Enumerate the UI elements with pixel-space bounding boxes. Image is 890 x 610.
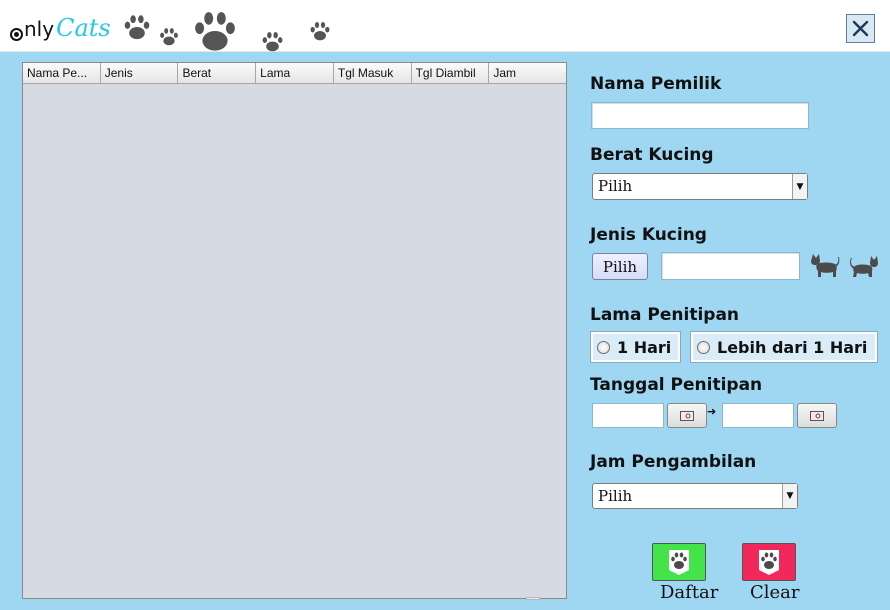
label-jam-pengambilan: Jam Pengambilan	[590, 452, 757, 472]
column-header-jenis[interactable]: Jenis	[101, 63, 179, 84]
radio-indicator	[697, 340, 710, 354]
berat-kucing-selected: Pilih	[598, 177, 633, 195]
radio-lebih-1-hari[interactable]: Lebih dari 1 Hari	[690, 331, 878, 363]
app-logo: nly Cats	[10, 14, 111, 42]
tanggal-ambil-input[interactable]	[722, 403, 794, 428]
label-tanggal-penitipan: Tanggal Penitipan	[590, 375, 763, 395]
column-header-lama[interactable]: Lama	[256, 63, 334, 84]
label-lama-penitipan: Lama Penitipan	[590, 305, 740, 325]
clear-label: Clear	[750, 582, 800, 603]
data-table[interactable]: Nama Pe... Jenis Berat Lama Tgl Masuk Tg…	[22, 62, 567, 599]
header-bar: nly Cats	[0, 0, 890, 52]
nama-pemilik-input[interactable]	[591, 102, 809, 129]
logo-prefix: nly	[24, 17, 55, 41]
calendar-icon	[810, 410, 824, 421]
label-berat-kucing: Berat Kucing	[590, 145, 714, 165]
paw-icon	[124, 15, 150, 40]
radio-1-hari[interactable]: 1 Hari	[590, 331, 681, 363]
paw-icon	[160, 28, 178, 46]
column-header-nama[interactable]: Nama Pe...	[23, 63, 101, 84]
cat-icon	[811, 254, 840, 277]
table-header: Nama Pe... Jenis Berat Lama Tgl Masuk Tg…	[23, 63, 566, 84]
daftar-label: Daftar	[660, 582, 719, 603]
column-header-berat[interactable]: Berat	[178, 63, 257, 84]
column-header-tgl-diambil[interactable]: Tgl Diambil	[412, 63, 490, 84]
paw-icon	[195, 12, 235, 51]
paw-icon	[262, 32, 283, 52]
column-header-tgl-masuk[interactable]: Tgl Masuk	[334, 63, 412, 84]
calendar-icon	[680, 410, 694, 421]
cat-icon	[850, 256, 878, 277]
pilih-jenis-button[interactable]: Pilih	[592, 253, 648, 280]
logo-suffix: Cats	[56, 14, 111, 42]
label-jenis-kucing: Jenis Kucing	[590, 225, 707, 245]
paw-badge-icon	[669, 550, 689, 575]
tanggal-ambil-picker-button[interactable]	[797, 403, 837, 428]
berat-kucing-select[interactable]: Pilih ▼	[592, 173, 808, 200]
table-scroll-corner[interactable]	[526, 597, 540, 600]
daftar-button[interactable]	[652, 543, 706, 581]
chevron-down-icon: ▼	[792, 174, 807, 199]
close-icon	[852, 20, 869, 37]
paw-icon	[310, 22, 330, 41]
chevron-down-icon: ▼	[782, 484, 797, 508]
radio-1-hari-label: 1 Hari	[617, 337, 672, 357]
radio-indicator	[597, 340, 610, 354]
clear-button[interactable]	[742, 543, 796, 581]
paw-badge-icon	[759, 550, 779, 575]
column-header-jam[interactable]: Jam	[489, 63, 566, 84]
logo-o-mark	[10, 28, 23, 41]
arrow-right-icon: ➜	[707, 405, 717, 418]
label-nama-pemilik: Nama Pemilik	[590, 74, 722, 94]
jam-pengambilan-select[interactable]: Pilih ▼	[592, 483, 798, 509]
jam-pengambilan-selected: Pilih	[598, 487, 633, 505]
tanggal-masuk-picker-button[interactable]	[667, 403, 707, 428]
tanggal-masuk-input[interactable]	[592, 403, 664, 428]
close-button[interactable]	[846, 14, 875, 43]
radio-lebih-1-hari-label: Lebih dari 1 Hari	[717, 337, 868, 357]
jenis-kucing-input[interactable]	[661, 252, 800, 280]
